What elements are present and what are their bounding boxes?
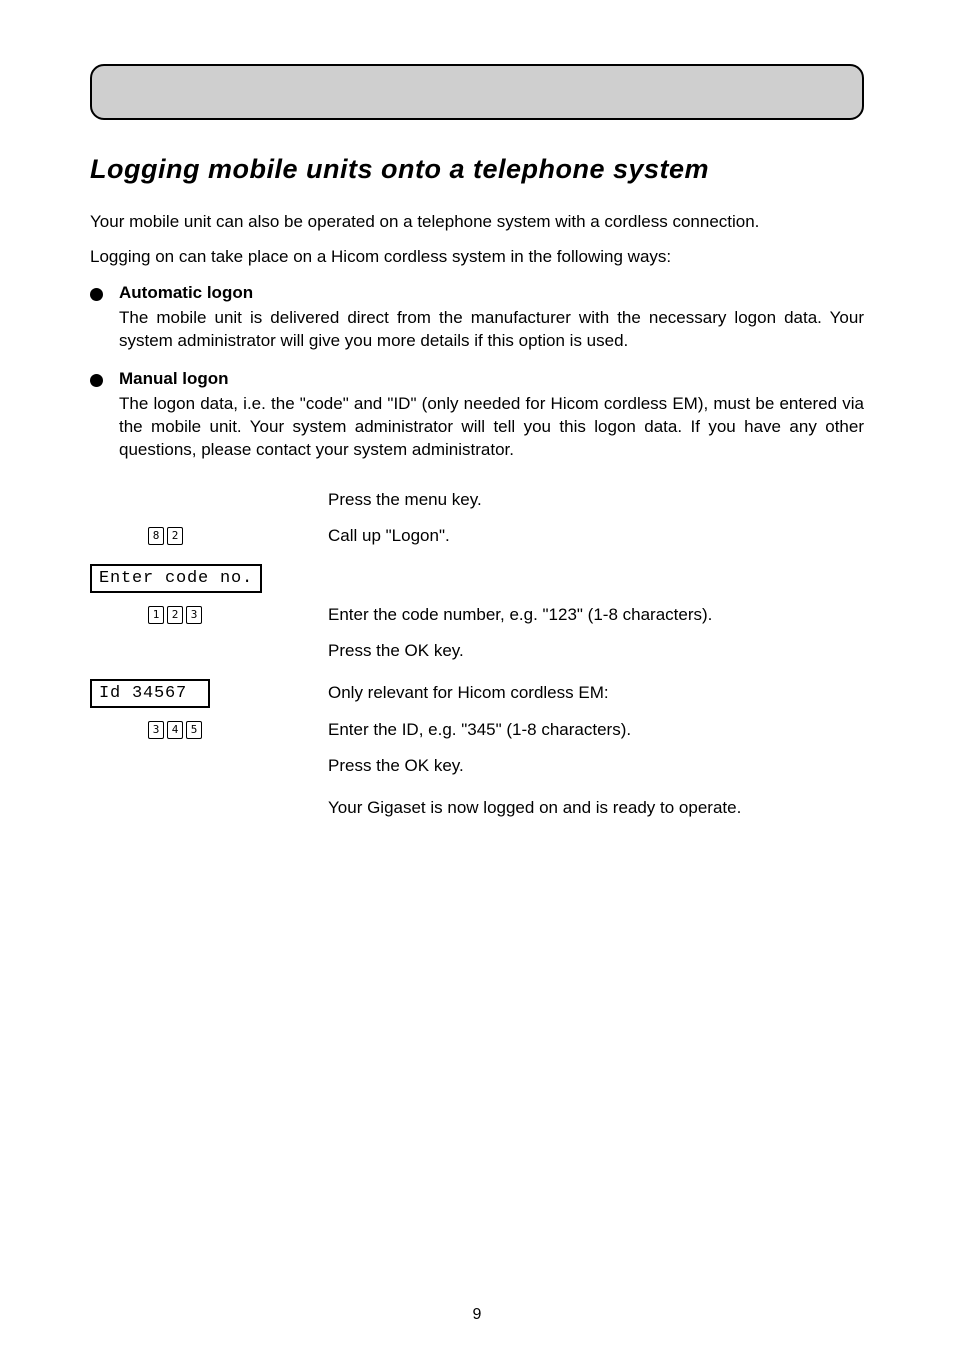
step-text: Press the OK key. bbox=[310, 641, 864, 661]
page-title: Logging mobile units onto a telephone sy… bbox=[90, 154, 864, 185]
step-text: Enter the code number, e.g. "123" (1-8 c… bbox=[310, 605, 864, 625]
step-text: Only relevant for Hicom cordless EM: bbox=[310, 683, 864, 703]
keypad-1-icon: 1 bbox=[148, 606, 164, 624]
step-text: Your Gigaset is now logged on and is rea… bbox=[310, 798, 864, 818]
step-text: Enter the ID, e.g. "345" (1-8 characters… bbox=[310, 720, 864, 740]
bullet-title: Automatic logon bbox=[119, 283, 864, 303]
step-press-ok-2: Press the OK key. bbox=[90, 752, 864, 780]
bullet-item-automatic: Automatic logon The mobile unit is deliv… bbox=[90, 283, 864, 353]
keypad-2-icon: 2 bbox=[167, 606, 183, 624]
header-box: Putting into Service bbox=[90, 64, 864, 120]
bullet-dot-icon bbox=[90, 374, 103, 387]
steps-block: Press the menu key. 8 2 Call up "Logon".… bbox=[90, 486, 864, 822]
keypad-3-icon: 3 bbox=[148, 721, 164, 739]
step-press-menu: Press the menu key. bbox=[90, 486, 864, 514]
keypad-8-icon: 8 bbox=[148, 527, 164, 545]
display-id: Id 34567 bbox=[90, 679, 210, 708]
key-sequence-code: 1 2 3 bbox=[148, 606, 202, 624]
display-enter-code: Enter code no. bbox=[90, 564, 262, 593]
keypad-2-icon: 2 bbox=[167, 527, 183, 545]
bullet-item-manual: Manual logon The logon data, i.e. the "c… bbox=[90, 369, 864, 462]
step-text: Press the OK key. bbox=[310, 756, 864, 776]
step-enter-code: 1 2 3 Enter the code number, e.g. "123" … bbox=[90, 601, 864, 629]
keypad-3-icon: 3 bbox=[186, 606, 202, 624]
step-text: Press the menu key. bbox=[310, 490, 864, 510]
step-display-id: Id 34567 Only relevant for Hicom cordles… bbox=[90, 679, 864, 708]
bullet-title: Manual logon bbox=[119, 369, 864, 389]
step-enter-id: 3 4 5 Enter the ID, e.g. "345" (1-8 char… bbox=[90, 716, 864, 744]
step-display-enter-code: Enter code no. bbox=[90, 564, 864, 593]
step-press-ok-1: Press the OK key. bbox=[90, 637, 864, 665]
bullet-text: The logon data, i.e. the "code" and "ID"… bbox=[119, 393, 864, 462]
bullet-text: The mobile unit is delivered direct from… bbox=[119, 307, 864, 353]
bullet-dot-icon bbox=[90, 288, 103, 301]
key-sequence-logon: 8 2 bbox=[148, 527, 183, 545]
step-call-logon: 8 2 Call up "Logon". bbox=[90, 522, 864, 550]
step-text: Call up "Logon". bbox=[310, 526, 864, 546]
step-final: Your Gigaset is now logged on and is rea… bbox=[90, 794, 864, 822]
key-sequence-id: 3 4 5 bbox=[148, 721, 202, 739]
page-number: 9 bbox=[0, 1306, 954, 1324]
intro-paragraph-2: Logging on can take place on a Hicom cor… bbox=[90, 246, 864, 269]
bullet-list: Automatic logon The mobile unit is deliv… bbox=[90, 283, 864, 462]
keypad-5-icon: 5 bbox=[186, 721, 202, 739]
intro-paragraph-1: Your mobile unit can also be operated on… bbox=[90, 211, 864, 234]
keypad-4-icon: 4 bbox=[167, 721, 183, 739]
